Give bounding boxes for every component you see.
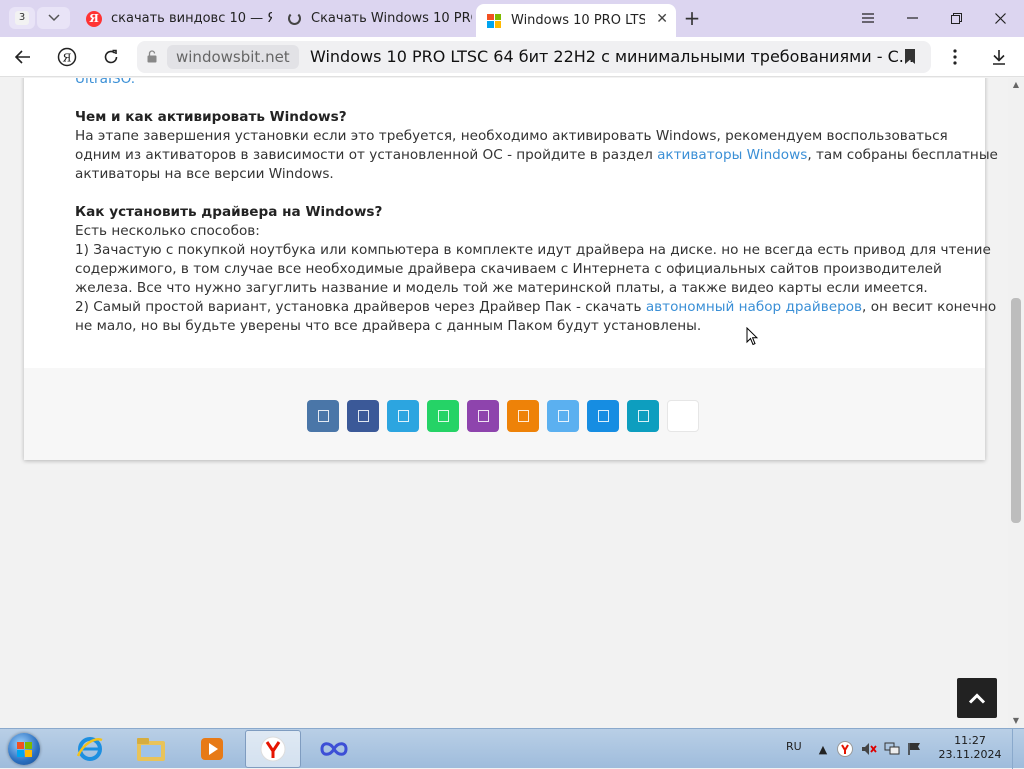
tab-count: 3 — [15, 11, 29, 25]
share-button-8[interactable] — [587, 400, 619, 432]
share-button-1[interactable] — [307, 400, 339, 432]
reload-icon[interactable] — [98, 45, 124, 69]
omnibox[interactable]: windowsbit.net Windows 10 PRO LTSC 64 би… — [137, 41, 931, 73]
browser-menu-icon[interactable] — [848, 6, 888, 30]
drivers-text-part: 2) Самый простой вариант, установка драй… — [75, 299, 646, 315]
drivers-text-line-3: содержимого, в том случае все необходимы… — [75, 261, 942, 277]
more-options-icon[interactable] — [942, 45, 968, 69]
show-desktop-button[interactable] — [1012, 729, 1024, 769]
restore-window-icon[interactable] — [936, 6, 976, 30]
drivers-text-line-2: 1) Зачастую с покупкой ноутбука или комп… — [75, 242, 991, 258]
drivers-text-line-6: не мало, но вы будьте уверены что все др… — [75, 318, 702, 334]
loading-spinner-icon — [286, 11, 302, 27]
share-glyph-icon — [637, 410, 649, 422]
yandex-home-icon[interactable]: Я — [54, 45, 80, 69]
minimize-icon[interactable] — [892, 6, 932, 30]
share-glyph-icon — [397, 410, 409, 422]
page-viewport: UltraISO. Чем и как активировать Windows… — [0, 78, 1008, 728]
tab-title: скачать виндовс 10 — Янд — [111, 11, 272, 26]
share-button-7[interactable] — [547, 400, 579, 432]
drivers-text-line-5: 2) Самый простой вариант, установка драй… — [75, 298, 996, 317]
activators-link[interactable]: активаторы Windows — [657, 147, 807, 163]
share-button-6[interactable] — [507, 400, 539, 432]
clock-time: 11:27 — [954, 734, 986, 747]
drivers-text-line-4: железа. Все что нужно загуглить название… — [75, 280, 928, 296]
share-button-4[interactable] — [427, 400, 459, 432]
share-glyph-icon — [477, 410, 489, 422]
share-glyph-icon — [357, 410, 369, 422]
new-tab-plus-icon[interactable]: + — [681, 6, 703, 30]
windows-start-icon — [8, 733, 40, 765]
share-button-5[interactable] — [467, 400, 499, 432]
tab-active-windowsbit[interactable]: Windows 10 PRO LTSC ✕ — [476, 4, 676, 37]
share-glyph-icon — [557, 410, 569, 422]
share-button-2[interactable] — [347, 400, 379, 432]
svg-text:Я: Я — [63, 52, 72, 65]
tab-counter-button[interactable]: 3 — [9, 7, 35, 29]
language-indicator[interactable]: RU — [786, 740, 802, 753]
activation-text-line-3: активаторы на все версии Windows. — [75, 166, 334, 182]
lock-icon[interactable] — [147, 50, 157, 63]
share-glyph-icon — [517, 410, 529, 422]
network-icon[interactable] — [884, 741, 900, 757]
chevron-up-icon — [968, 692, 986, 704]
scrollbar-thumb[interactable] — [1011, 298, 1021, 523]
clock-date: 23.11.2024 — [938, 748, 1002, 761]
page-scrollbar[interactable]: ▲ ▼ — [1008, 78, 1024, 728]
downloads-icon[interactable] — [986, 45, 1012, 69]
yandex-tray-icon[interactable] — [837, 741, 853, 757]
activation-text-line-1: На этапе завершения установки если это т… — [75, 128, 948, 144]
driverpack-link[interactable]: автономный набор драйверов — [646, 299, 862, 315]
media-player-taskbar-icon[interactable] — [184, 730, 240, 768]
share-glyph-icon — [597, 410, 609, 422]
tab-yandex-search[interactable]: Я скачать виндовс 10 — Янд — [76, 4, 272, 33]
yandex-icon: Я — [86, 10, 102, 27]
drivers-text-line-1: Есть несколько способов: — [75, 223, 260, 239]
internet-explorer-taskbar-icon[interactable] — [62, 730, 118, 768]
volume-muted-icon[interactable] — [861, 741, 877, 757]
activation-text-line-2: одним из активаторов в зависимости от ус… — [75, 146, 998, 165]
back-to-top-button[interactable] — [957, 678, 997, 718]
scroll-up-arrow-icon[interactable]: ▲ — [1008, 78, 1024, 92]
share-bar — [24, 368, 985, 460]
drivers-heading: Как установить драйвера на Windows? — [75, 204, 383, 220]
infinity-app-taskbar-icon[interactable] — [306, 730, 362, 768]
file-explorer-taskbar-icon[interactable] — [123, 730, 179, 768]
start-button[interactable] — [4, 731, 44, 767]
share-glyph-icon — [437, 410, 449, 422]
system-clock[interactable]: 11:27 23.11.2024 — [935, 734, 1005, 762]
tab-title: Скачать Windows 10 PRO — [311, 11, 472, 26]
close-window-icon[interactable] — [980, 6, 1020, 30]
yandex-browser-taskbar-icon[interactable] — [245, 730, 301, 768]
domain-pill[interactable]: windowsbit.net — [167, 45, 299, 69]
scroll-down-arrow-icon[interactable]: ▼ — [1008, 714, 1024, 728]
tab-title: Windows 10 PRO LTSC — [511, 13, 645, 28]
share-button-3[interactable] — [387, 400, 419, 432]
activation-heading: Чем и как активировать Windows? — [75, 109, 347, 125]
address-bar: Я windowsbit.net Windows 10 PRO LTSC 64 … — [0, 37, 1024, 77]
share-button-10[interactable] — [667, 400, 699, 432]
share-glyph-icon — [317, 410, 329, 422]
drivers-text-part: , он весит конечно — [862, 299, 997, 315]
action-center-flag-icon[interactable] — [907, 741, 923, 757]
show-hidden-icons-icon[interactable]: ▲ — [815, 741, 831, 757]
activation-text-part: , там собраны бесплатные — [807, 147, 998, 163]
tab-loading-page[interactable]: Скачать Windows 10 PRO — [276, 4, 472, 33]
back-arrow-icon[interactable] — [10, 45, 36, 69]
windows-logo-icon — [486, 13, 502, 29]
share-button-9[interactable] — [627, 400, 659, 432]
page-title-in-omnibox[interactable]: Windows 10 PRO LTSC 64 бит 22H2 с минима… — [310, 47, 914, 66]
tab-list-chevron-icon[interactable] — [37, 7, 70, 29]
ultraiso-link[interactable]: UltraISO. — [75, 78, 135, 89]
windows-taskbar: RU ▲ 11:27 23.11.2024 — [0, 728, 1024, 769]
tab-strip: 3 Я скачать виндовс 10 — Янд Скачать Win… — [0, 0, 1024, 37]
article-card: UltraISO. Чем и как активировать Windows… — [24, 78, 998, 460]
activation-text-part: одним из активаторов в зависимости от ус… — [75, 147, 658, 163]
close-tab-icon[interactable]: ✕ — [656, 11, 668, 27]
